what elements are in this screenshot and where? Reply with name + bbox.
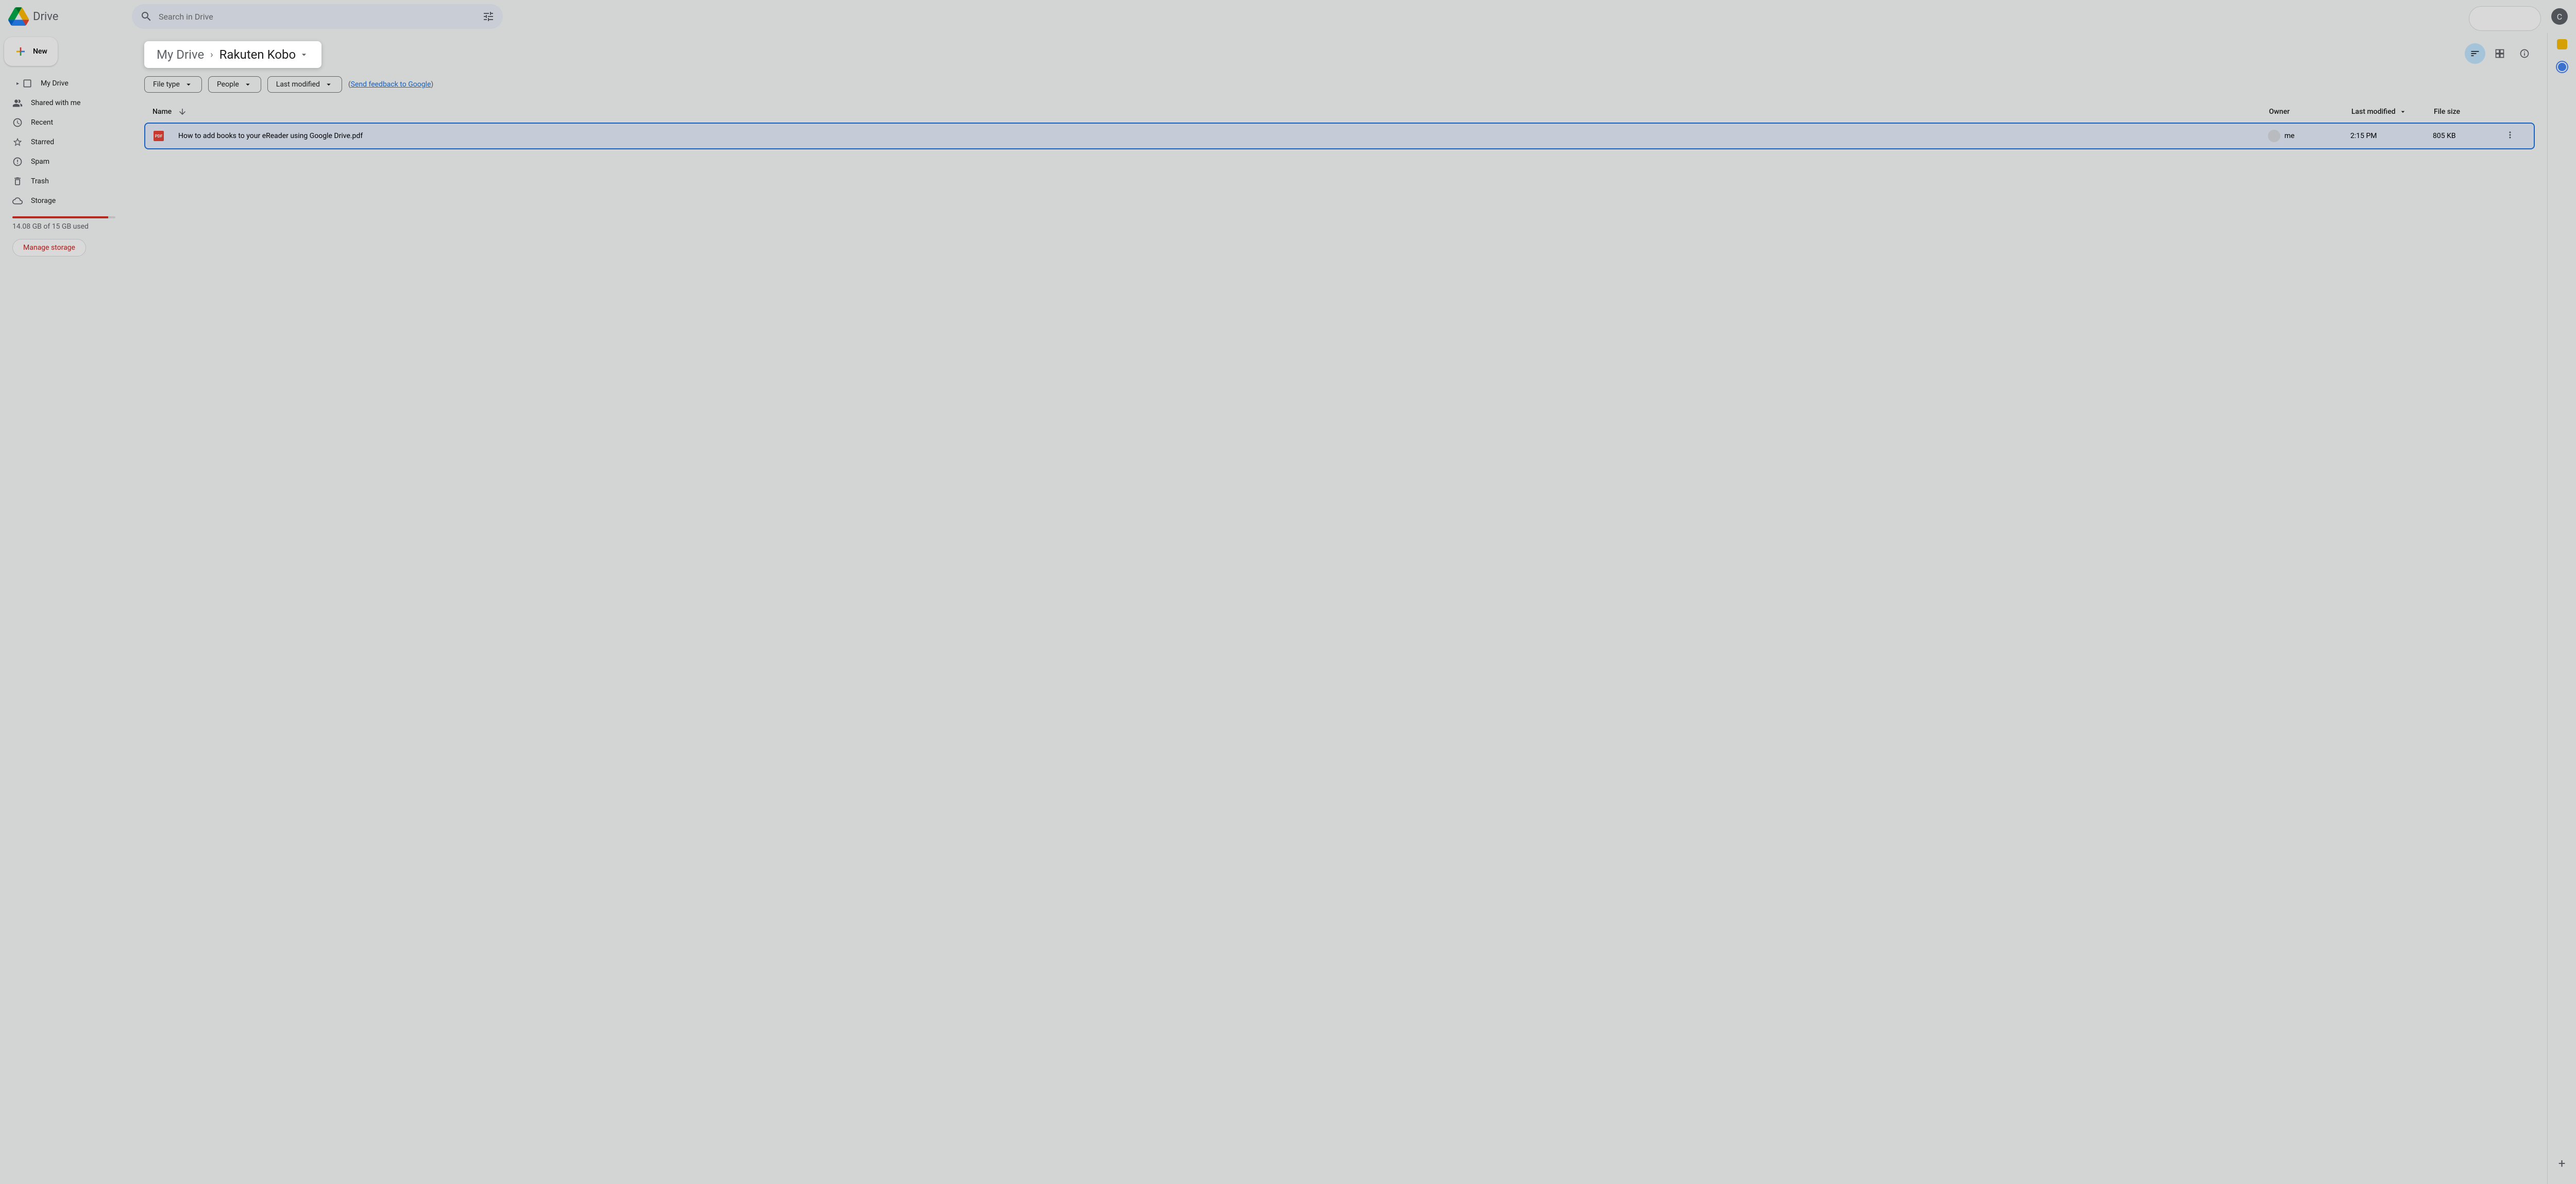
- pdf-icon: PDF: [154, 131, 164, 141]
- sidebar-item-starred[interactable]: Starred: [4, 133, 124, 151]
- column-name[interactable]: Name: [152, 108, 172, 116]
- expand-icon[interactable]: ▸: [16, 81, 19, 87]
- search-icon: [140, 10, 152, 23]
- column-owner[interactable]: Owner: [2269, 108, 2351, 116]
- side-panel: +: [2547, 33, 2576, 1184]
- add-panel-button[interactable]: +: [2552, 1153, 2572, 1174]
- nav-label: Recent: [31, 118, 53, 127]
- chevron-right-icon: ›: [210, 49, 213, 60]
- search-input[interactable]: [159, 12, 476, 22]
- more-icon[interactable]: [2505, 130, 2515, 140]
- owner-avatar-icon: [2268, 130, 2280, 142]
- chevron-down-icon: [243, 80, 252, 89]
- sidebar-item-spam[interactable]: Spam: [4, 152, 124, 171]
- nav-label: Starred: [31, 138, 54, 146]
- search-options-icon[interactable]: [482, 10, 495, 23]
- blank-box: [2469, 6, 2541, 31]
- table-header: Name Owner Last modified File size: [144, 101, 2535, 123]
- breadcrumb: My Drive › Rakuten Kobo: [144, 41, 321, 68]
- nav-label: My Drive: [41, 79, 69, 88]
- keep-icon[interactable]: [2557, 39, 2567, 49]
- column-modified[interactable]: Last modified: [2351, 108, 2434, 116]
- storage-bar: [12, 216, 115, 218]
- chevron-down-icon: [184, 80, 193, 89]
- sidebar-item-trash[interactable]: Trash: [4, 172, 124, 191]
- nav-label: Trash: [31, 177, 49, 185]
- nav-label: Shared with me: [31, 99, 80, 107]
- nav-label: Spam: [31, 158, 49, 166]
- content: My Drive › Rakuten Kobo File typ: [132, 33, 2547, 1184]
- logo-area[interactable]: Drive: [8, 6, 132, 27]
- breadcrumb-current[interactable]: Rakuten Kobo: [219, 47, 310, 62]
- new-label: New: [33, 47, 47, 56]
- manage-storage-button[interactable]: Manage storage: [12, 239, 86, 256]
- sidebar-item-my-drive[interactable]: ▸ My Drive: [4, 74, 124, 93]
- modified-date: 2:15 PM: [2350, 132, 2433, 140]
- chevron-down-icon: [299, 49, 309, 60]
- file-name: How to add books to your eReader using G…: [178, 132, 363, 140]
- new-button[interactable]: New: [4, 37, 58, 66]
- column-size[interactable]: File size: [2434, 108, 2506, 116]
- user-avatar[interactable]: C: [2551, 8, 2568, 25]
- chevron-down-icon: [2399, 108, 2407, 116]
- sidebar-item-storage[interactable]: Storage: [4, 192, 124, 210]
- nav-label: Storage: [31, 197, 56, 205]
- owner-name: me: [2284, 132, 2295, 140]
- filter-people[interactable]: People: [208, 76, 261, 93]
- storage-text: 14.08 GB of 15 GB used: [12, 222, 115, 231]
- filter-file-type[interactable]: File type: [144, 76, 202, 93]
- sidebar-item-shared[interactable]: Shared with me: [4, 94, 124, 112]
- sort-down-icon[interactable]: [178, 107, 187, 116]
- header: Drive C: [0, 0, 2576, 33]
- filter-modified[interactable]: Last modified: [267, 76, 342, 93]
- breadcrumb-parent[interactable]: My Drive: [157, 47, 204, 62]
- drive-logo-icon: [8, 6, 29, 27]
- search-bar[interactable]: [132, 4, 503, 29]
- app-name: Drive: [33, 10, 58, 23]
- file-size: 805 KB: [2433, 132, 2505, 140]
- sidebar-item-recent[interactable]: Recent: [4, 113, 124, 132]
- feedback-text: (Send feedback to Google): [348, 80, 433, 89]
- table-row[interactable]: PDF How to add books to your eReader usi…: [144, 123, 2535, 149]
- feedback-link[interactable]: Send feedback to Google: [351, 80, 431, 89]
- chevron-down-icon: [324, 80, 333, 89]
- contacts-icon[interactable]: [2557, 62, 2567, 72]
- sidebar: New ▸ My Drive Shared with me Recent Sta…: [0, 33, 132, 1184]
